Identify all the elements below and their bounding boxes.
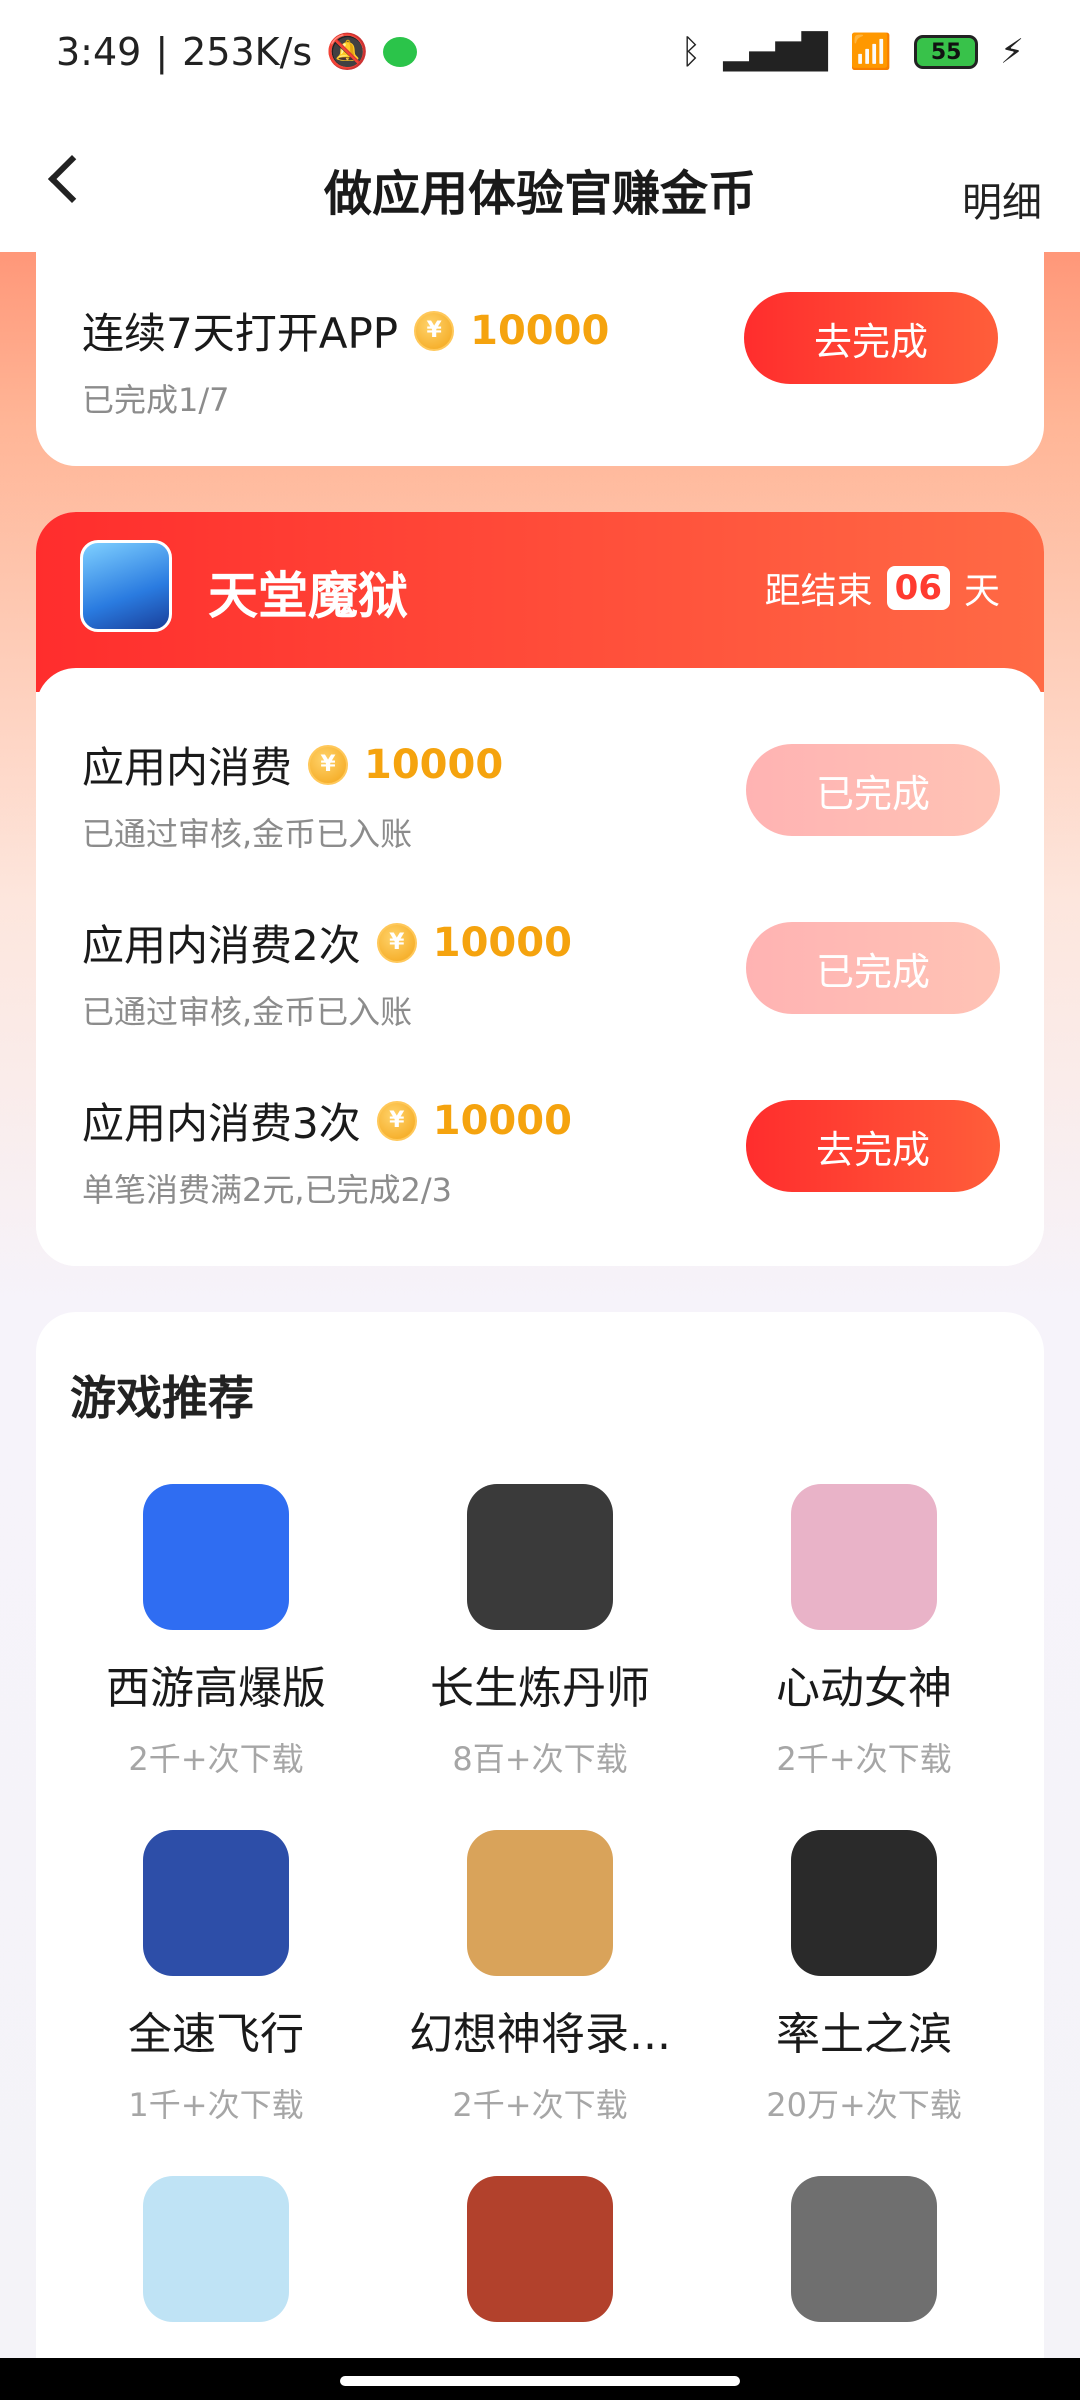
task-title: 应用内消费2次 — [82, 921, 361, 970]
wifi-icon: 📶 — [849, 32, 893, 72]
game-item[interactable]: 幻想神将录... 2千+次下载 — [390, 1830, 690, 2126]
battery-icon: 55 — [914, 35, 979, 69]
task-subtitle: 已完成1/7 — [82, 381, 230, 419]
coin-icon: ¥ — [308, 744, 349, 785]
game-recommendations: 游戏推荐 西游高爆版 2千+次下载 长生炼丹师 8百+次下载 心动女神 2千+次… — [36, 1312, 1044, 2400]
status-speed: 253K/s — [182, 30, 313, 74]
game-icon — [467, 2176, 613, 2322]
game-item[interactable] — [390, 2176, 690, 2362]
status-bar: 3:49 | 253K/s 🔕 ᛒ ▂▄▆█ 📶 55 ⚡ — [0, 0, 1080, 104]
task-title-row: 连续7天打开APP ¥ 10000 — [82, 300, 609, 361]
streak-task-card: 连续7天打开APP ¥ 10000 已完成1/7 去完成 — [36, 252, 1044, 466]
game-name: 率土之滨 — [776, 2009, 952, 2060]
app-header: 做应用体验官赚金币 明细 — [0, 104, 1080, 252]
game-name: 心动女神 — [776, 1663, 952, 1714]
app-name: 天堂魔狱 — [208, 567, 408, 625]
game-icon — [791, 1484, 937, 1630]
status-divider: | — [155, 30, 169, 74]
countdown-value: 06 — [886, 566, 950, 610]
game-item[interactable]: 率土之滨 20万+次下载 — [714, 1830, 1014, 2126]
task-reward: 10000 — [470, 307, 610, 354]
coin-icon: ¥ — [414, 310, 455, 351]
countdown: 距结束 06 天 — [765, 562, 1000, 614]
game-name: 全速飞行 — [128, 2009, 304, 2060]
task-text: 连续7天打开APP ¥ 10000 已完成1/7 — [82, 300, 609, 421]
status-left: 3:49 | 253K/s 🔕 — [56, 30, 417, 74]
game-icon — [143, 2176, 289, 2322]
game-downloads: 8百+次下载 — [452, 1740, 628, 1778]
go-complete-button[interactable]: 去完成 — [746, 1100, 1000, 1192]
game-icon — [467, 1830, 613, 1976]
charging-icon: ⚡ — [1000, 32, 1024, 72]
game-icon — [791, 2176, 937, 2322]
app-task-header: 天堂魔狱 距结束 06 天 — [36, 512, 1044, 692]
countdown-prefix: 距结束 — [764, 571, 873, 612]
section-title: 游戏推荐 — [70, 1371, 254, 1425]
coin-icon: ¥ — [376, 922, 417, 963]
task-row: 应用内消费3次 ¥ 10000 单笔消费满2元,已完成2/3 去完成 — [82, 1090, 1000, 1230]
game-downloads: 2千+次下载 — [128, 1740, 304, 1778]
app-task-list: 应用内消费 ¥ 10000 已通过审核,金币已入账 已完成 应用内消费2次 ¥ … — [36, 668, 1044, 1266]
game-icon — [143, 1830, 289, 1976]
game-name: 西游高爆版 — [106, 1663, 326, 1714]
task-title: 应用内消费 — [82, 743, 293, 792]
game-icon — [143, 1484, 289, 1630]
completed-button[interactable]: 已完成 — [746, 922, 1000, 1014]
bluetooth-icon: ᛒ — [680, 32, 702, 72]
task-title: 应用内消费3次 — [82, 1099, 361, 1148]
status-time: 3:49 — [56, 30, 142, 74]
game-downloads: 20万+次下载 — [766, 2086, 962, 2124]
game-item[interactable]: 长生炼丹师 8百+次下载 — [390, 1484, 690, 1780]
game-downloads: 1千+次下载 — [128, 2086, 304, 2124]
page-title: 做应用体验官赚金币 — [323, 166, 756, 222]
game-icon — [467, 1484, 613, 1630]
game-item[interactable] — [66, 2176, 366, 2362]
game-item[interactable]: 西游高爆版 2千+次下载 — [66, 1484, 366, 1780]
game-item[interactable]: 全速飞行 1千+次下载 — [66, 1830, 366, 2126]
countdown-unit: 天 — [963, 571, 1000, 612]
completed-button[interactable]: 已完成 — [746, 744, 1000, 836]
game-downloads: 2千+次下载 — [452, 2086, 628, 2124]
home-indicator[interactable] — [340, 2376, 740, 2386]
game-name: 幻想神将录... — [409, 2009, 671, 2060]
signal-icon: ▂▄▆█ — [723, 32, 828, 72]
status-right: ᛒ ▂▄▆█ 📶 55 ⚡ — [681, 32, 1024, 72]
game-item[interactable]: 心动女神 2千+次下载 — [714, 1484, 1014, 1780]
task-reward: 10000 — [432, 919, 572, 966]
app-icon[interactable] — [80, 540, 172, 632]
app-task-card: 天堂魔狱 距结束 06 天 应用内消费 ¥ 10000 已通过审核,金币已入账 … — [36, 512, 1044, 1266]
task-reward: 10000 — [432, 1097, 572, 1144]
game-name: 长生炼丹师 — [430, 1663, 650, 1714]
task-row: 应用内消费 ¥ 10000 已通过审核,金币已入账 已完成 — [82, 734, 1000, 874]
task-row: 应用内消费2次 ¥ 10000 已通过审核,金币已入账 已完成 — [82, 912, 1000, 1052]
game-downloads: 2千+次下载 — [776, 1740, 952, 1778]
task-title: 连续7天打开APP — [82, 309, 399, 358]
task-reward: 10000 — [364, 741, 504, 788]
game-icon — [791, 1830, 937, 1976]
go-complete-button[interactable]: 去完成 — [744, 292, 998, 384]
detail-link[interactable]: 明细 — [962, 170, 1042, 228]
game-item[interactable] — [714, 2176, 1014, 2362]
wechat-icon — [382, 37, 417, 67]
mute-icon: 🔕 — [326, 32, 369, 72]
coin-icon: ¥ — [376, 1100, 417, 1141]
